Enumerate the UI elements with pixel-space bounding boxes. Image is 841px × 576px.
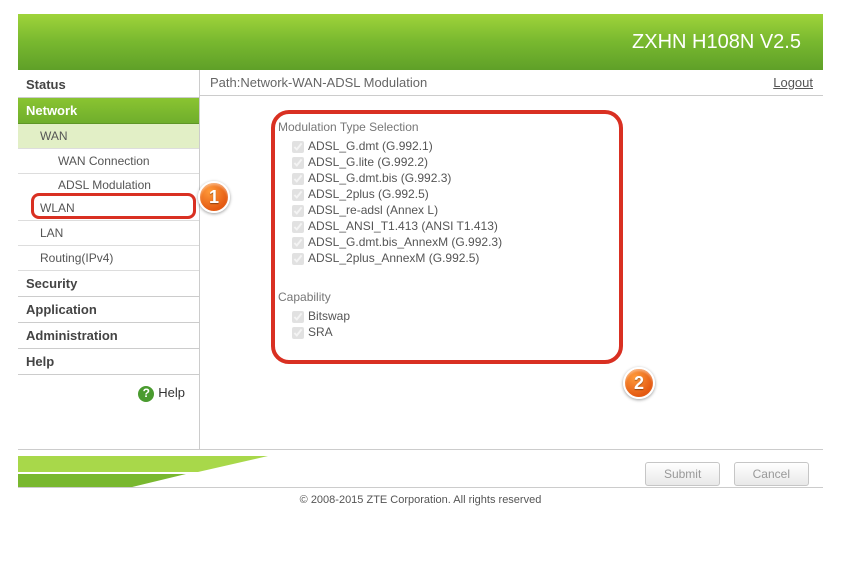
copyright: © 2008-2015 ZTE Corporation. All rights … xyxy=(18,487,823,506)
modulation-checkbox[interactable] xyxy=(292,173,304,185)
help-link[interactable]: ? Help xyxy=(18,375,199,408)
nav-wan[interactable]: WAN xyxy=(18,124,199,149)
nav-application[interactable]: Application xyxy=(18,297,199,323)
path-bar: Path:Network-WAN-ADSL Modulation Logout xyxy=(200,70,823,96)
modulation-label: ADSL_G.lite (G.992.2) xyxy=(308,155,428,169)
modulation-checkbox[interactable] xyxy=(292,205,304,217)
submit-button[interactable]: Submit xyxy=(645,462,720,486)
nav-administration[interactable]: Administration xyxy=(18,323,199,349)
capability-section: Capability Bitswap SRA xyxy=(278,290,791,340)
logout-link[interactable]: Logout xyxy=(773,75,813,90)
app-frame: ZXHN H108N V2.5 Status Network WAN WAN C… xyxy=(0,0,841,576)
nav-network-label: Network xyxy=(26,103,77,118)
nav-security-label: Security xyxy=(26,276,77,291)
product-title: ZXHN H108N V2.5 xyxy=(632,31,801,54)
nav-wan-connection[interactable]: WAN Connection xyxy=(18,149,199,174)
nav-wlan[interactable]: WLAN xyxy=(18,196,199,221)
button-row: Submit Cancel xyxy=(635,462,809,486)
modulation-checkbox[interactable] xyxy=(292,141,304,153)
nav-status[interactable]: Status xyxy=(18,72,199,98)
nav-network[interactable]: Network xyxy=(18,98,199,124)
header-bar: ZXHN H108N V2.5 xyxy=(18,14,823,70)
nav-application-label: Application xyxy=(26,302,97,317)
cancel-button[interactable]: Cancel xyxy=(734,462,809,486)
nav-security[interactable]: Security xyxy=(18,271,199,297)
modulation-option: ADSL_ANSI_T1.413 (ANSI T1.413) xyxy=(278,218,791,234)
nav-lan[interactable]: LAN xyxy=(18,221,199,246)
capability-checkbox[interactable] xyxy=(292,311,304,323)
nav-lan-label: LAN xyxy=(40,226,63,240)
modulation-checkbox[interactable] xyxy=(292,221,304,233)
modulation-checkbox[interactable] xyxy=(292,237,304,249)
modulation-option: ADSL_G.dmt (G.992.1) xyxy=(278,138,791,154)
modulation-checkbox[interactable] xyxy=(292,189,304,201)
modulation-label: ADSL_2plus_AnnexM (G.992.5) xyxy=(308,251,479,265)
capability-label: SRA xyxy=(308,325,333,339)
nav-administration-label: Administration xyxy=(26,328,118,343)
modulation-option: ADSL_G.dmt.bis (G.992.3) xyxy=(278,170,791,186)
modulation-option: ADSL_2plus (G.992.5) xyxy=(278,186,791,202)
modulation-label: ADSL_ANSI_T1.413 (ANSI T1.413) xyxy=(308,219,498,233)
breadcrumb: Path:Network-WAN-ADSL Modulation xyxy=(210,75,427,90)
modulation-section: Modulation Type Selection ADSL_G.dmt (G.… xyxy=(278,120,791,266)
modulation-label: ADSL_re-adsl (Annex L) xyxy=(308,203,438,217)
nav-status-label: Status xyxy=(26,77,66,92)
modulation-label: ADSL_2plus (G.992.5) xyxy=(308,187,429,201)
help-icon: ? xyxy=(138,386,154,402)
nav-routing[interactable]: Routing(IPv4) xyxy=(18,246,199,271)
modulation-label: ADSL_G.dmt.bis (G.992.3) xyxy=(308,171,451,185)
modulation-checkbox[interactable] xyxy=(292,253,304,265)
nav-adsl-modulation[interactable]: ADSL Modulation xyxy=(18,174,199,196)
modulation-option: ADSL_2plus_AnnexM (G.992.5) xyxy=(278,250,791,266)
settings-panel: Modulation Type Selection ADSL_G.dmt (G.… xyxy=(278,120,791,340)
capability-checkbox[interactable] xyxy=(292,327,304,339)
capability-title: Capability xyxy=(278,290,791,304)
nav-routing-label: Routing(IPv4) xyxy=(40,251,113,265)
body-area: Status Network WAN WAN Connection ADSL M… xyxy=(18,70,823,450)
nav-wan-label: WAN xyxy=(40,129,68,143)
footer: Submit Cancel © 2008-2015 ZTE Corporatio… xyxy=(18,450,823,510)
nav-adsl-modulation-label: ADSL Modulation xyxy=(58,178,151,192)
modulation-option: ADSL_G.lite (G.992.2) xyxy=(278,154,791,170)
modulation-label: ADSL_G.dmt (G.992.1) xyxy=(308,139,433,153)
content: Path:Network-WAN-ADSL Modulation Logout … xyxy=(200,70,823,449)
modulation-title: Modulation Type Selection xyxy=(278,120,791,134)
nav-wlan-label: WLAN xyxy=(40,201,75,215)
nav-help-label: Help xyxy=(26,354,54,369)
modulation-option: ADSL_re-adsl (Annex L) xyxy=(278,202,791,218)
capability-option: SRA xyxy=(278,324,791,340)
modulation-option: ADSL_G.dmt.bis_AnnexM (G.992.3) xyxy=(278,234,791,250)
nav-help[interactable]: Help xyxy=(18,349,199,375)
nav-wan-connection-label: WAN Connection xyxy=(58,154,150,168)
capability-label: Bitswap xyxy=(308,309,350,323)
modulation-checkbox[interactable] xyxy=(292,157,304,169)
sidebar: Status Network WAN WAN Connection ADSL M… xyxy=(18,70,200,449)
help-link-label: Help xyxy=(158,385,185,400)
capability-option: Bitswap xyxy=(278,308,791,324)
modulation-label: ADSL_G.dmt.bis_AnnexM (G.992.3) xyxy=(308,235,502,249)
